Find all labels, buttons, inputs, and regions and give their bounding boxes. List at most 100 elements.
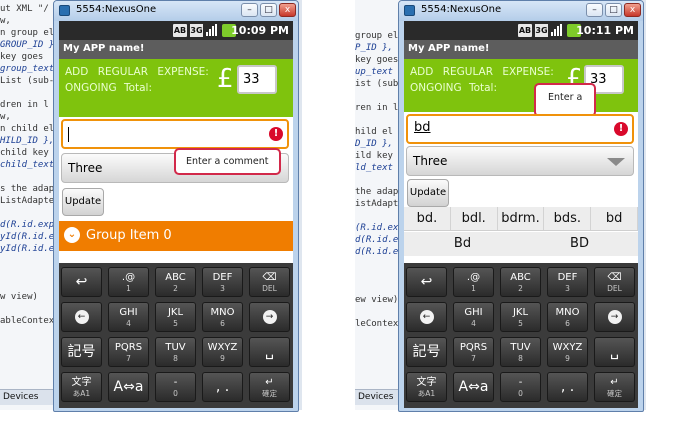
key[interactable]: 記号 (406, 337, 447, 367)
key[interactable]: JKL 5 (155, 302, 196, 332)
space-key[interactable]: ␣ (594, 337, 635, 367)
key-label: .@ (121, 272, 136, 283)
key-label: TUV (165, 342, 186, 353)
key[interactable]: .@ 1 (108, 267, 149, 297)
key-label: GHI (119, 307, 138, 318)
spinner-value: Three (68, 161, 103, 175)
comment-input[interactable]: ! (61, 119, 289, 149)
key-label: - (173, 377, 178, 388)
key[interactable]: ABC 2 (500, 267, 541, 297)
undo-key[interactable]: ↩ (406, 267, 447, 297)
suggestion-item[interactable]: bds. (544, 207, 592, 230)
group-item[interactable]: ⌄ Group Item 0 (59, 221, 293, 251)
key-sublabel: 8 (518, 354, 523, 363)
left-arrow-icon: ← (419, 310, 434, 324)
key[interactable]: 文字 あA1 (61, 372, 102, 402)
key-label: PQRS (114, 342, 143, 353)
emulator-window-icon (404, 5, 415, 16)
key-sublabel: 9 (220, 354, 225, 363)
key[interactable]: -0 (500, 372, 541, 402)
right-arrow-key[interactable]: → (594, 302, 635, 332)
key[interactable]: , . (547, 372, 588, 402)
key[interactable]: DEF 3 (202, 267, 243, 297)
device-screen: AB 3G 10:11 PM My APP name! ADD REGULAR … (404, 21, 638, 263)
key[interactable]: , . (202, 372, 243, 402)
space-key[interactable]: ␣ (249, 337, 290, 367)
key[interactable]: MNO 6 (547, 302, 588, 332)
emulator-titlebar: 5554:NexusOne – □ x (54, 1, 298, 21)
key[interactable]: DEF 3 (547, 267, 588, 297)
key[interactable]: GHI 4 (453, 302, 494, 332)
key-label: MNO (555, 307, 580, 318)
key[interactable]: MNO 6 (202, 302, 243, 332)
enter-icon: ↵ (265, 377, 274, 388)
code-line: group_text (0, 64, 55, 74)
right-arrow-icon: → (262, 310, 277, 324)
right-arrow-icon: → (607, 310, 622, 324)
right-arrow-key[interactable]: → (249, 302, 290, 332)
comment-input[interactable]: bd ! (406, 114, 634, 144)
code-line: dren in l (0, 100, 49, 110)
close-button[interactable]: x (624, 3, 641, 17)
key-sublabel: 6 (565, 319, 570, 328)
maximize-button[interactable]: □ (605, 3, 622, 17)
left-arrow-key[interactable]: ← (406, 302, 447, 332)
key[interactable]: .@ 1 (453, 267, 494, 297)
key-sublabel: あA1 (72, 389, 91, 398)
delete-key[interactable]: ⌫ DEL (594, 267, 635, 297)
soft-keyboard: ↩ .@ 1 ABC 2 DEF 3 ⌫ DEL ← GHI 4 JKL 5 MNO 6 → 記号 PQRS 7 TUV… (59, 263, 293, 408)
key-label: A⇔a (458, 379, 489, 395)
maximize-button[interactable]: □ (260, 3, 277, 17)
key-sublabel: 6 (220, 319, 225, 328)
suggestion-bar-primary: bd. bdl. bdrm. bds. bd (404, 207, 638, 231)
key[interactable]: 記号 (61, 337, 102, 367)
code-line: w view) (0, 292, 38, 302)
key[interactable]: PQRS 7 (108, 337, 149, 367)
expense-total-label: ONGOING Total: (65, 82, 153, 94)
window-title: 5554:NexusOne (76, 4, 157, 15)
amount-field[interactable]: 33 (237, 65, 277, 94)
close-button[interactable]: x (279, 3, 296, 17)
suggestion-item[interactable]: bdl. (451, 207, 498, 230)
suggestion-item[interactable]: BD (521, 232, 638, 256)
key-label: 文字 (71, 377, 92, 388)
category-spinner[interactable]: Three (406, 146, 634, 176)
enter-key[interactable]: ↵ 確定 (594, 372, 635, 402)
key[interactable]: JKL 5 (500, 302, 541, 332)
key-sublabel: 1 (126, 284, 131, 293)
key[interactable]: 文字 あA1 (406, 372, 447, 402)
key[interactable]: TUV 8 (500, 337, 541, 367)
key[interactable]: WXYZ 9 (547, 337, 588, 367)
key[interactable]: A⇔a (453, 372, 494, 402)
key[interactable]: A⇔a (108, 372, 149, 402)
suggestion-item[interactable]: Bd (404, 232, 521, 256)
key[interactable]: GHI 4 (108, 302, 149, 332)
dropdown-arrow-icon (607, 158, 625, 166)
key[interactable]: -0 (155, 372, 196, 402)
left-arrow-key[interactable]: ← (61, 302, 102, 332)
suggestion-item[interactable]: bd. (404, 207, 451, 230)
enter-key[interactable]: ↵ 確定 (249, 372, 290, 402)
emulator-window-b: 5554:NexusOne – □ x AB 3G 10:11 PM My AP… (398, 0, 644, 412)
error-tooltip: Enter a (534, 83, 597, 117)
undo-key[interactable]: ↩ (61, 267, 102, 297)
delete-key[interactable]: ⌫ DEL (249, 267, 290, 297)
key-sublabel: あA1 (417, 389, 436, 398)
3g-icon: 3G (535, 24, 548, 37)
key-sublabel: 5 (518, 319, 523, 328)
minimize-button[interactable]: – (586, 3, 603, 17)
update-button[interactable]: Update (62, 188, 104, 216)
key[interactable]: TUV 8 (155, 337, 196, 367)
key[interactable]: PQRS 7 (453, 337, 494, 367)
suggestion-item[interactable]: bdrm. (498, 207, 545, 230)
suggestion-bar-secondary: Bd BD (404, 232, 638, 256)
ab-icon: AB (518, 24, 532, 37)
minimize-button[interactable]: – (241, 3, 258, 17)
suggestion-item[interactable]: bd (591, 207, 638, 230)
key[interactable]: WXYZ 9 (202, 337, 243, 367)
update-button[interactable]: Update (407, 179, 449, 207)
devices-tab-left[interactable]: Devices (0, 389, 60, 405)
key[interactable]: ABC 2 (155, 267, 196, 297)
key-sublabel: 8 (173, 354, 178, 363)
